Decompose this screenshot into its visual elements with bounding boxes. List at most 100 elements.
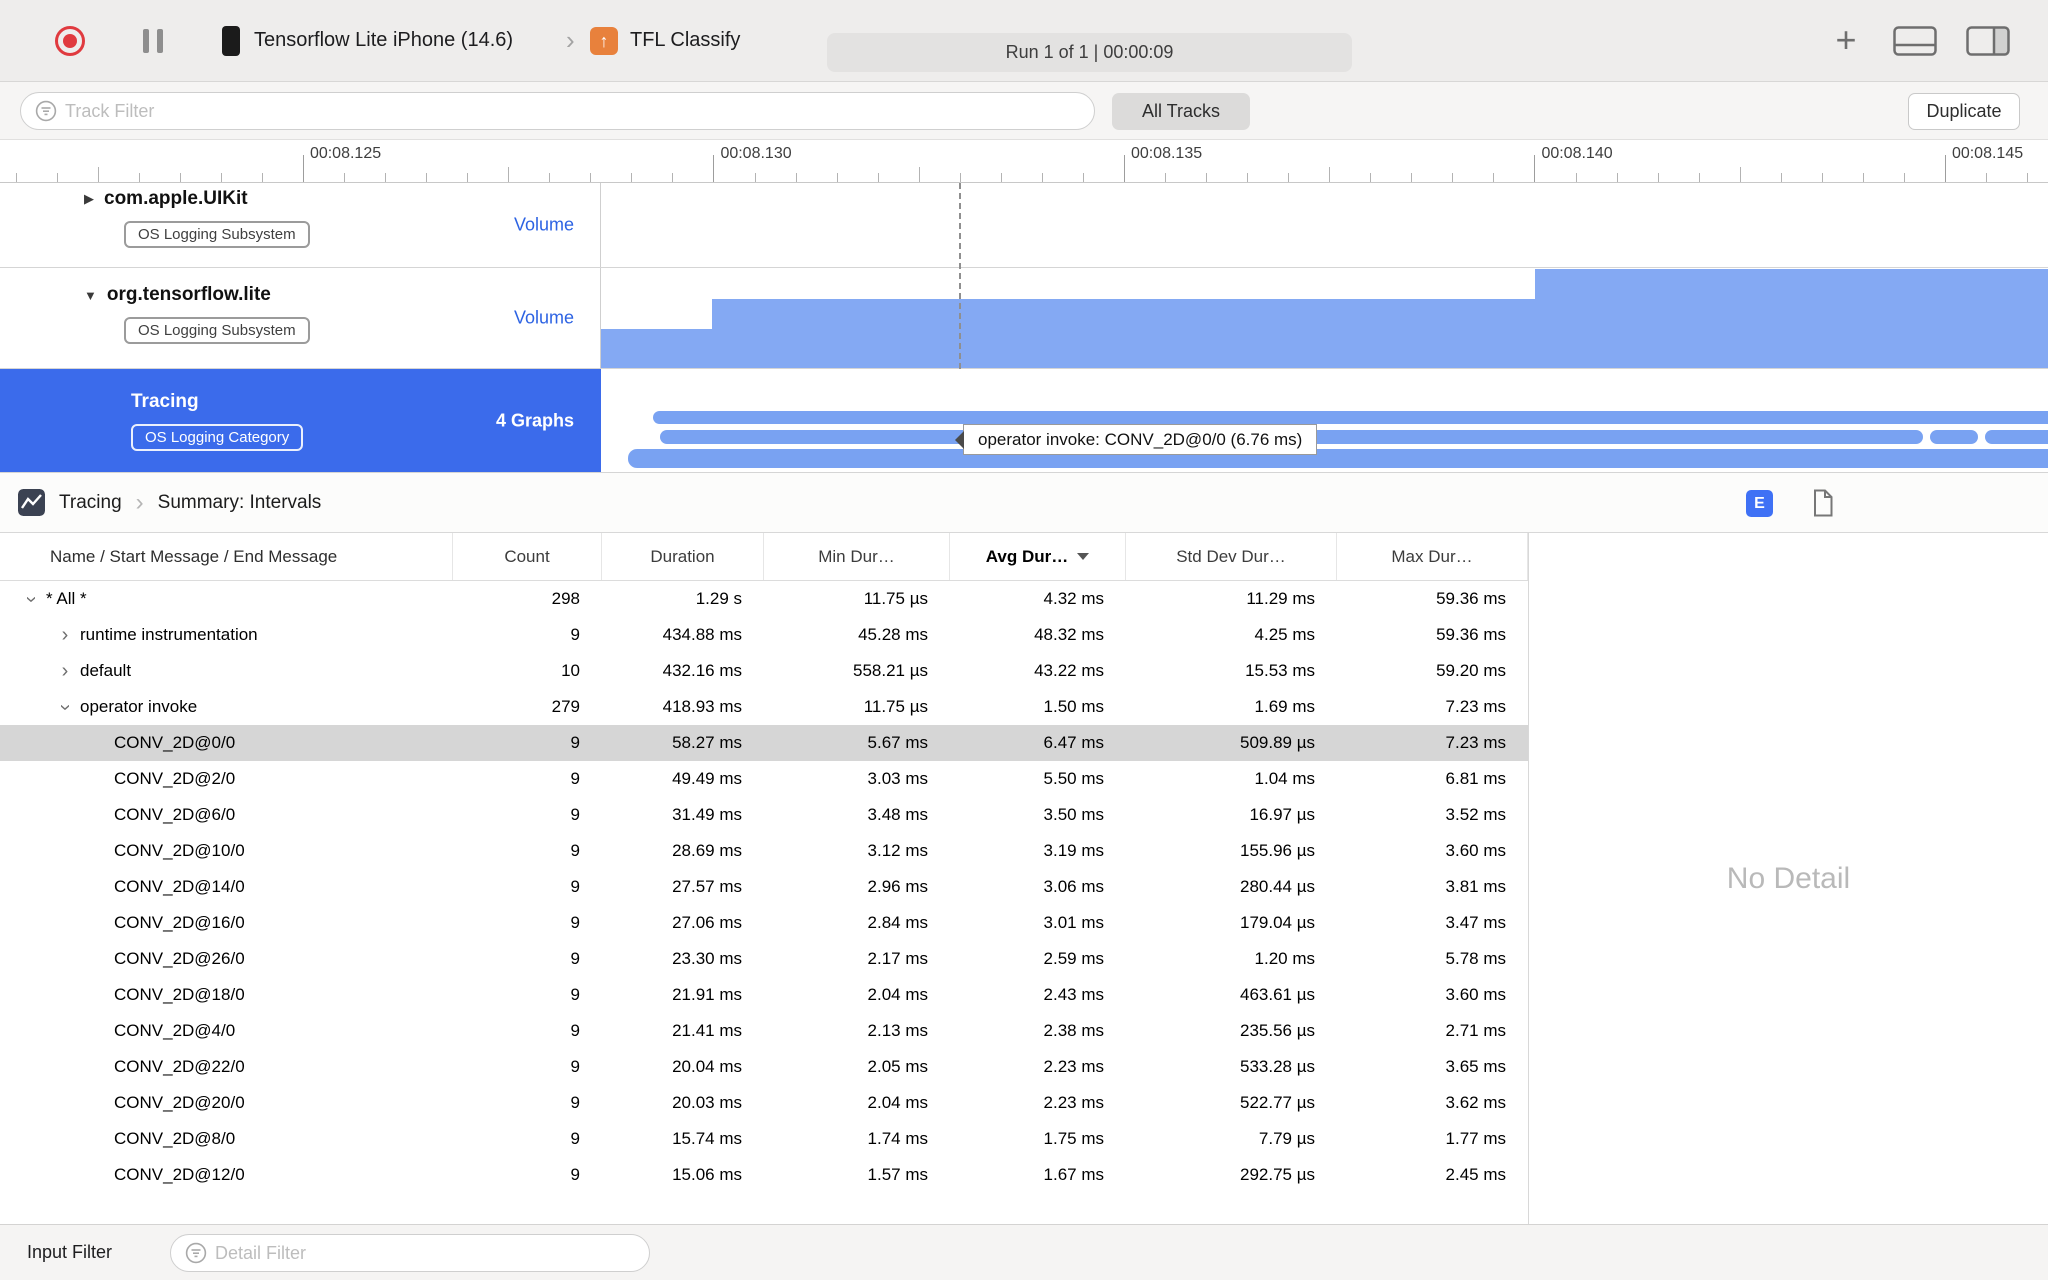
ruler-tick: [1041, 173, 1043, 182]
device-selector[interactable]: Tensorflow Lite iPhone (14.6): [254, 29, 513, 52]
toggle-right-pane-button[interactable]: [1966, 26, 2010, 61]
ruler-tick: [713, 155, 715, 182]
cell-stddev-duration: 15.53 ms: [1245, 661, 1315, 680]
track-filter-field[interactable]: [20, 92, 1095, 130]
cell-stddev-duration: 16.97 µs: [1249, 805, 1315, 824]
input-filter-button[interactable]: Input Filter: [27, 1242, 112, 1263]
track-graph-uikit[interactable]: [601, 183, 2048, 267]
ruler-tick: [918, 167, 920, 182]
track-filter-input[interactable]: [65, 100, 1080, 122]
disclosure-chevron-icon[interactable]: ›: [20, 586, 43, 612]
document-icon[interactable]: [1812, 489, 1834, 522]
column-header-max[interactable]: Max Dur…: [1337, 533, 1528, 580]
toggle-bottom-pane-button[interactable]: [1893, 26, 1937, 61]
ruler-tick: [1411, 173, 1413, 182]
add-instrument-button[interactable]: +: [1828, 19, 1864, 60]
record-button[interactable]: [55, 26, 85, 56]
column-header-stddev[interactable]: Std Dev Dur…: [1126, 533, 1337, 580]
cell-stddev-duration: 7.79 µs: [1258, 1129, 1315, 1148]
disclosure-chevron-icon[interactable]: ›: [54, 694, 77, 720]
breadcrumb-instrument[interactable]: Tracing: [59, 492, 122, 514]
ruler-tick: [261, 173, 263, 182]
table-row[interactable]: CONV_2D@8/0 9 15.74 ms 1.74 ms 1.75 ms 7…: [0, 1121, 1528, 1157]
table-row[interactable]: CONV_2D@0/0 9 58.27 ms 5.67 ms 6.47 ms 5…: [0, 725, 1528, 761]
cell-max-duration: 7.23 ms: [1445, 697, 1506, 716]
tracing-instrument-icon: [18, 489, 45, 516]
ruler-tick: [549, 173, 551, 182]
right-pane-icon: [1966, 26, 2010, 56]
cell-min-duration: 2.84 ms: [867, 913, 928, 932]
cell-min-duration: 3.12 ms: [867, 841, 928, 860]
table-row[interactable]: CONV_2D@22/0 9 20.04 ms 2.05 ms 2.23 ms …: [0, 1049, 1528, 1085]
interval-bar: [628, 449, 2048, 468]
target-app-icon: ↑: [590, 27, 618, 55]
ruler-tick: [97, 167, 99, 182]
cell-min-duration: 3.03 ms: [867, 769, 928, 788]
cell-max-duration: 3.47 ms: [1445, 913, 1506, 932]
target-app-selector[interactable]: TFL Classify: [630, 29, 740, 52]
ruler-tick: [1534, 155, 1536, 182]
cell-stddev-duration: 533.28 µs: [1239, 1057, 1315, 1076]
cell-max-duration: 3.52 ms: [1445, 805, 1506, 824]
cell-min-duration: 2.04 ms: [867, 1093, 928, 1112]
detail-filter-field[interactable]: [170, 1234, 650, 1272]
row-name: CONV_2D@10/0: [114, 841, 245, 860]
duplicate-button[interactable]: Duplicate: [1908, 93, 2020, 130]
cell-avg-duration: 5.50 ms: [1043, 769, 1104, 788]
playhead-line[interactable]: [959, 183, 961, 369]
track-header-uikit[interactable]: ▶ com.apple.UIKit OS Logging Subsystem V…: [0, 183, 601, 267]
table-row[interactable]: CONV_2D@2/0 9 49.49 ms 3.03 ms 5.50 ms 1…: [0, 761, 1528, 797]
column-header-duration[interactable]: Duration: [602, 533, 764, 580]
cell-avg-duration: 2.38 ms: [1043, 1021, 1104, 1040]
disclosure-triangle-icon[interactable]: ▼: [84, 288, 97, 303]
all-tracks-button[interactable]: All Tracks: [1112, 93, 1250, 130]
table-row[interactable]: CONV_2D@10/0 9 28.69 ms 3.12 ms 3.19 ms …: [0, 833, 1528, 869]
table-row[interactable]: CONV_2D@26/0 9 23.30 ms 2.17 ms 2.59 ms …: [0, 941, 1528, 977]
table-row[interactable]: CONV_2D@14/0 9 27.57 ms 2.96 ms 3.06 ms …: [0, 869, 1528, 905]
cell-avg-duration: 1.67 ms: [1043, 1165, 1104, 1184]
track-header-tensorflow[interactable]: ▼ org.tensorflow.lite OS Logging Subsyst…: [0, 268, 601, 368]
cell-max-duration: 59.36 ms: [1436, 589, 1506, 608]
timeline-ruler[interactable]: 00:08.125 00:08.130 00:08.135 00:08.140 00:0…: [0, 140, 2048, 183]
column-header-min[interactable]: Min Dur…: [764, 533, 950, 580]
track-header-tracing[interactable]: Tracing OS Logging Category 4 Graphs: [0, 369, 601, 472]
table-row[interactable]: CONV_2D@6/0 9 31.49 ms 3.48 ms 3.50 ms 1…: [0, 797, 1528, 833]
pause-button[interactable]: [143, 29, 163, 53]
row-name: CONV_2D@4/0: [114, 1021, 236, 1040]
no-detail-label: No Detail: [1726, 861, 1851, 895]
column-header-name[interactable]: Name / Start Message / End Message: [0, 533, 453, 580]
table-row[interactable]: › runtime instrumentation 9 434.88 ms 45…: [0, 617, 1528, 653]
detail-pane: No Detail: [1528, 533, 2048, 1224]
track-name: Tracing: [131, 391, 199, 412]
extended-detail-button[interactable]: E: [1746, 490, 1773, 517]
ruler-tick: [344, 173, 345, 182]
cell-count: 9: [570, 949, 580, 968]
breadcrumb-page[interactable]: Summary: Intervals: [158, 492, 322, 514]
ruler-tick: [1862, 173, 1864, 182]
ruler-tick: [56, 173, 58, 182]
column-header-count[interactable]: Count: [453, 533, 602, 580]
ruler-label: 00:08.130: [720, 145, 792, 162]
disclosure-chevron-icon[interactable]: ›: [52, 624, 78, 647]
track-graph-tensorflow[interactable]: [601, 268, 2048, 368]
ruler-tick: [1082, 173, 1084, 182]
disclosure-chevron-icon[interactable]: ›: [52, 660, 78, 683]
cell-count: 9: [570, 1129, 580, 1148]
detail-filter-input[interactable]: [215, 1242, 635, 1264]
table-row[interactable]: › * All * 298 1.29 s 11.75 µs 4.32 ms 11…: [0, 581, 1528, 617]
iphone-device-icon: [222, 26, 240, 56]
disclosure-triangle-icon[interactable]: ▶: [84, 191, 94, 207]
table-row[interactable]: CONV_2D@20/0 9 20.03 ms 2.04 ms 2.23 ms …: [0, 1085, 1528, 1121]
track-graph-tracing[interactable]: operator invoke: CONV_2D@0/0 (6.76 ms): [601, 369, 2048, 472]
column-header-avg[interactable]: Avg Dur…: [950, 533, 1126, 580]
table-row[interactable]: CONV_2D@18/0 9 21.91 ms 2.04 ms 2.43 ms …: [0, 977, 1528, 1013]
cell-duration: 418.93 ms: [662, 697, 742, 716]
table-row[interactable]: › operator invoke 279 418.93 ms 11.75 µs…: [0, 689, 1528, 725]
cell-count: 9: [570, 769, 580, 788]
interval-bar: [653, 411, 2048, 424]
table-row[interactable]: CONV_2D@4/0 9 21.41 ms 2.13 ms 2.38 ms 2…: [0, 1013, 1528, 1049]
table-row[interactable]: CONV_2D@16/0 9 27.06 ms 2.84 ms 3.01 ms …: [0, 905, 1528, 941]
row-name: CONV_2D@20/0: [114, 1093, 245, 1112]
table-row[interactable]: › default 10 432.16 ms 558.21 µs 43.22 m…: [0, 653, 1528, 689]
table-row[interactable]: CONV_2D@12/0 9 15.06 ms 1.57 ms 1.67 ms …: [0, 1157, 1528, 1193]
